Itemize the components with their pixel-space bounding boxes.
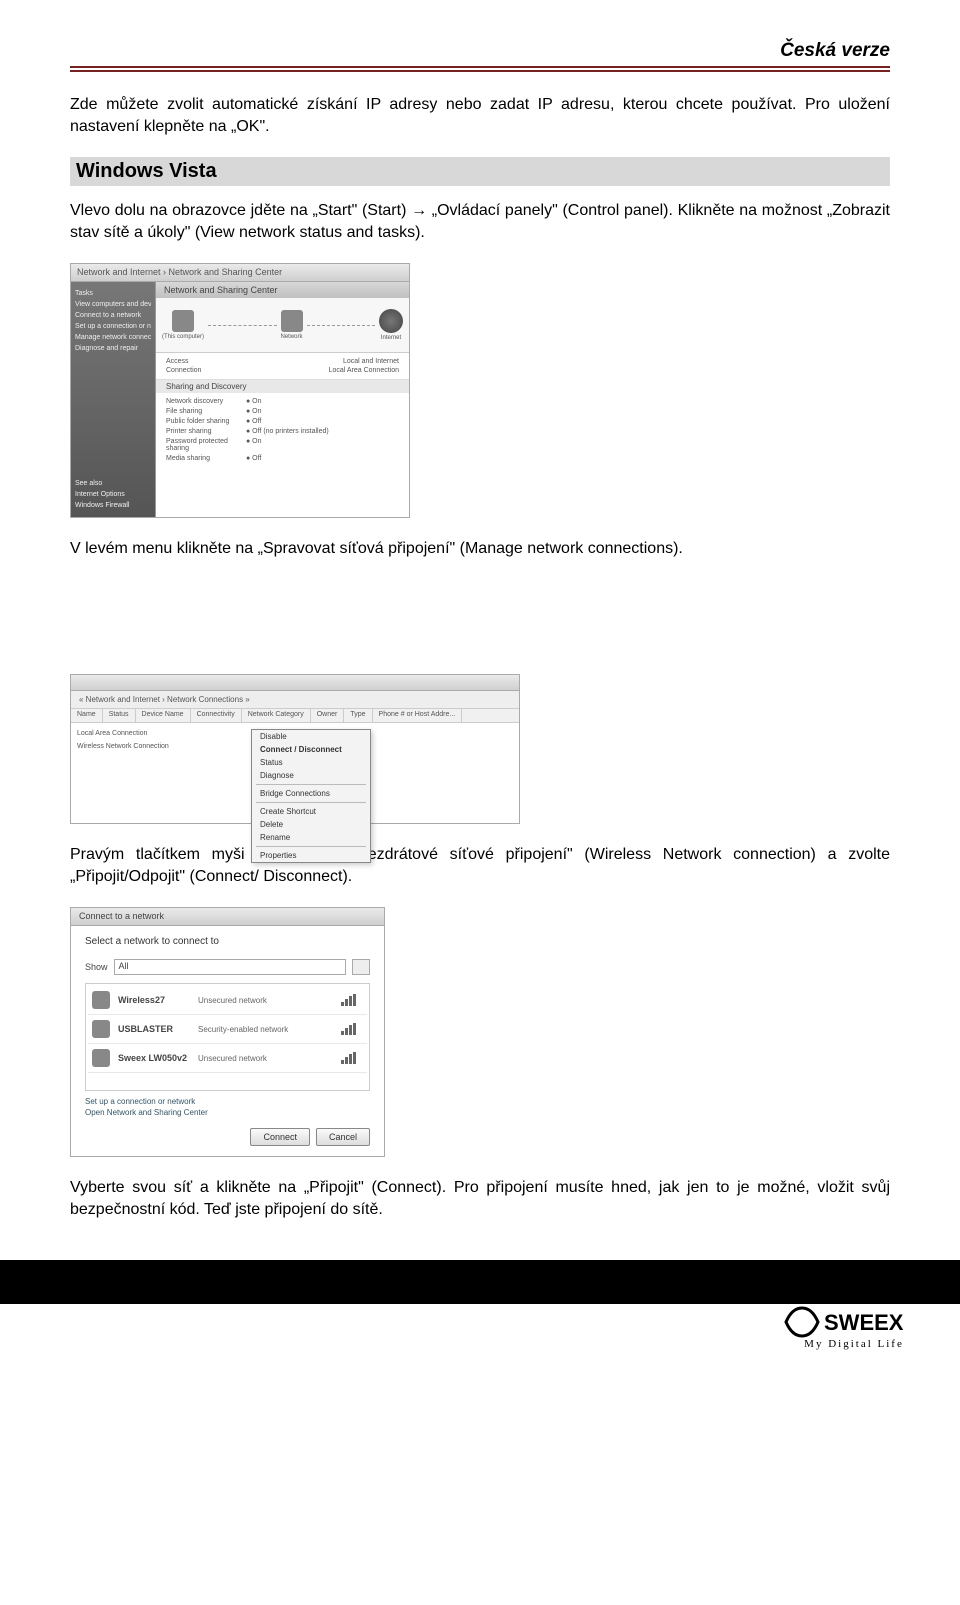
menu-item[interactable]: Create Shortcut <box>252 805 370 818</box>
sharing-list: Network discovery● On File sharing● On P… <box>156 393 409 517</box>
sidebar-task: Diagnose and repair <box>75 343 151 354</box>
network-map: (This computer) Network Internet <box>156 298 409 353</box>
spacer <box>70 580 890 670</box>
menu-item[interactable]: Rename <box>252 831 370 844</box>
show-dropdown[interactable]: All <box>114 959 346 975</box>
pc-icon <box>172 310 194 332</box>
link-open-sharing-center[interactable]: Open Network and Sharing Center <box>85 1108 370 1118</box>
context-menu: Disable Connect / Disconnect Status Diag… <box>251 729 371 863</box>
dialog-prompt: Select a network to connect to <box>85 936 370 947</box>
screenshot-network-sharing-center: Network and Internet › Network and Shari… <box>70 263 410 518</box>
window-addressbar: « Network and Internet › Network Connect… <box>71 691 519 709</box>
menu-item[interactable]: Diagnose <box>252 769 370 782</box>
sidebar-task: View computers and devices <box>75 299 151 310</box>
paragraph-1: Vlevo dolu na obrazovce jděte na „Start"… <box>70 200 890 243</box>
sidebar-task: Connect to a network <box>75 310 151 321</box>
show-label: Show <box>85 962 108 972</box>
network-list: Wireless27 Unsecured network USBLASTER S… <box>85 983 370 1091</box>
menu-separator <box>256 784 366 785</box>
network-icon <box>281 310 303 332</box>
refresh-button[interactable] <box>352 959 370 975</box>
sidebar-link: Windows Firewall <box>75 500 151 511</box>
signal-bars-icon <box>341 994 363 1006</box>
window-titlebar: Connect to a network <box>71 908 384 926</box>
network-item[interactable]: Wireless27 Unsecured network <box>88 986 367 1015</box>
sidebar-link: Internet Options <box>75 489 151 500</box>
wifi-icon <box>92 991 110 1009</box>
sidebar-task: Set up a connection or network <box>75 321 151 332</box>
window-titlebar <box>71 675 519 691</box>
window-addressbar: Network and Internet › Network and Shari… <box>71 264 409 282</box>
header-separator <box>70 70 890 72</box>
svg-text:SWEEX: SWEEX <box>824 1310 904 1335</box>
globe-icon <box>379 309 403 333</box>
menu-item[interactable]: Delete <box>252 818 370 831</box>
sweex-logo-icon: SWEEX <box>784 1304 924 1340</box>
network-item[interactable]: USBLASTER Security-enabled network <box>88 1015 367 1044</box>
sidebar-link: See also <box>75 478 151 489</box>
menu-separator <box>256 846 366 847</box>
menu-item[interactable]: Connect / Disconnect <box>252 743 370 756</box>
signal-bars-icon <box>341 1052 363 1064</box>
menu-item[interactable]: Properties <box>252 849 370 862</box>
wifi-icon <box>92 1020 110 1038</box>
intro-paragraph: Zde můžete zvolit automatické získání IP… <box>70 94 890 137</box>
sweex-tagline: My Digital Life <box>804 1338 904 1350</box>
footer-black-bar <box>0 1260 960 1304</box>
network-info: AccessLocal and Internet ConnectionLocal… <box>156 353 409 380</box>
connect-button[interactable]: Connect <box>250 1128 310 1146</box>
paragraph-3: Pravým tlačítkem myši klikněte na „Bezdr… <box>70 844 890 887</box>
dialog-links: Set up a connection or network Open Netw… <box>85 1097 370 1118</box>
menu-item[interactable]: Disable <box>252 730 370 743</box>
menu-item[interactable]: Status <box>252 756 370 769</box>
sidebar-task: Tasks <box>75 288 151 299</box>
screenshot-connect-to-network: Connect to a network Select a network to… <box>70 907 385 1157</box>
menu-item[interactable]: Bridge Connections <box>252 787 370 800</box>
link-setup-connection[interactable]: Set up a connection or network <box>85 1097 370 1107</box>
column-headers: Name Status Device Name Connectivity Net… <box>71 709 519 723</box>
sharing-heading: Sharing and Discovery <box>156 380 409 393</box>
cancel-button[interactable]: Cancel <box>316 1128 370 1146</box>
page-content: Česká verze Zde můžete zvolit automatick… <box>0 0 960 1220</box>
version-label: Česká verze <box>70 40 890 68</box>
sweex-logo: SWEEX My Digital Life <box>784 1304 924 1350</box>
wifi-icon <box>92 1049 110 1067</box>
sidebar-task: Manage network connections <box>75 332 151 343</box>
paragraph-4: Vyberte svou síť a klikněte na „Připojit… <box>70 1177 890 1220</box>
page-footer: SWEEX My Digital Life <box>0 1260 960 1350</box>
menu-separator <box>256 802 366 803</box>
signal-bars-icon <box>341 1023 363 1035</box>
show-filter-row: Show All <box>85 959 370 975</box>
section-heading-vista: Windows Vista <box>70 157 890 186</box>
connection-rows: Local Area Connection Wireless Network C… <box>71 723 519 823</box>
tasks-sidebar: Tasks View computers and devices Connect… <box>71 282 156 517</box>
paragraph-2: V levém menu klikněte na „Spravovat síťo… <box>70 538 890 560</box>
panel-title: Network and Sharing Center <box>156 282 409 298</box>
network-item[interactable]: Sweex LW050v2 Unsecured network <box>88 1044 367 1073</box>
screenshot-network-connections: « Network and Internet › Network Connect… <box>70 674 520 824</box>
